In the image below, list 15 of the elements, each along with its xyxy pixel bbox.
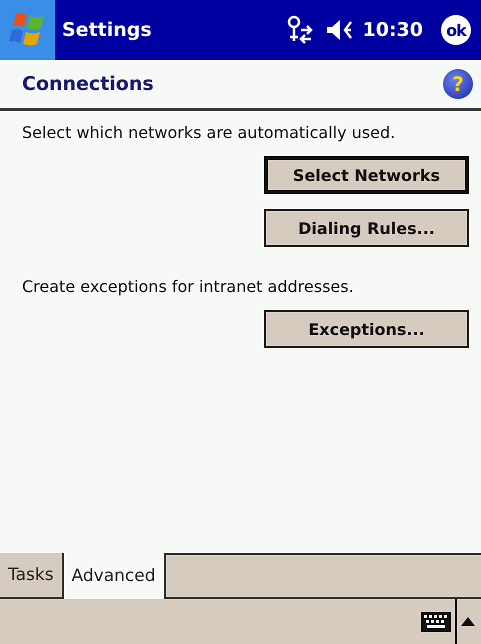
action-button[interactable]: Select Networks bbox=[264, 156, 469, 194]
start-button[interactable] bbox=[0, 0, 55, 60]
window-title: Settings bbox=[62, 19, 153, 41]
ok-button[interactable]: ok bbox=[441, 15, 471, 45]
action-button[interactable]: Dialing Rules... bbox=[264, 209, 469, 247]
keyboard-icon[interactable] bbox=[421, 612, 451, 632]
speaker-icon[interactable] bbox=[324, 17, 353, 43]
page-title: Connections bbox=[22, 73, 155, 95]
instruction-text: Create exceptions for intranet addresses. bbox=[22, 277, 355, 296]
instruction-text: Select which networks are automatically used. bbox=[22, 123, 396, 142]
tab[interactable]: Tasks bbox=[0, 553, 64, 597]
tab[interactable]: Advanced bbox=[64, 553, 166, 599]
action-button[interactable]: Exceptions... bbox=[264, 310, 469, 348]
clock-time[interactable]: 10:30 bbox=[362, 19, 423, 41]
up-arrow-icon[interactable] bbox=[461, 617, 475, 626]
